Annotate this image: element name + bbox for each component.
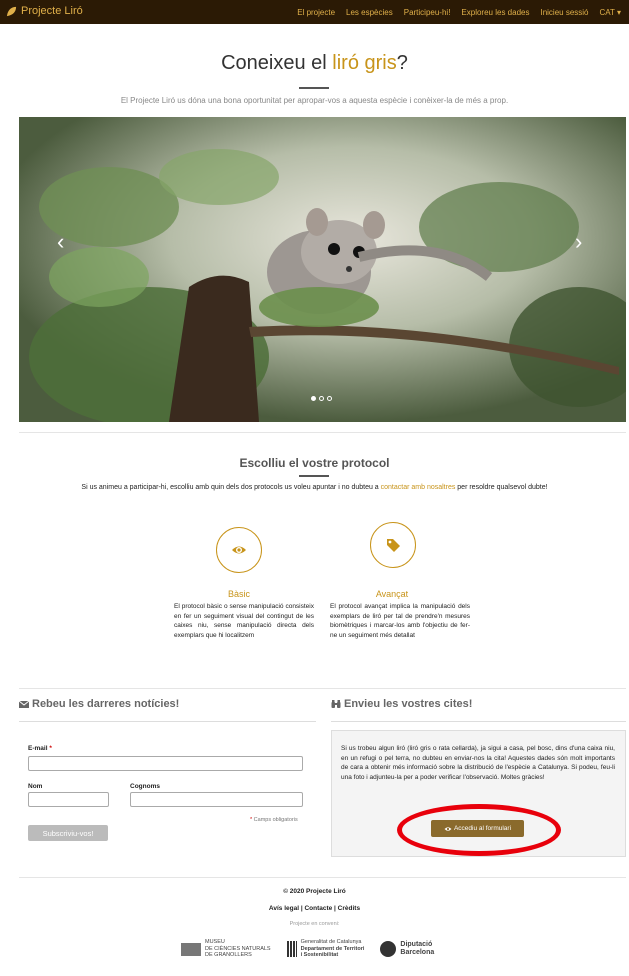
carousel-dot[interactable] — [327, 396, 332, 401]
eye-icon — [232, 546, 246, 554]
protocol-title: Escolliu el vostre protocol — [239, 456, 390, 470]
protocol-intro: Si us animeu a participar-hi, escolliu a… — [81, 484, 548, 491]
email-input[interactable] — [28, 756, 303, 771]
footer-links[interactable]: Avís legal | Contacte | Crèdits — [0, 905, 629, 912]
diputacio-logo-mark — [380, 941, 397, 957]
protocol-divider — [299, 475, 329, 477]
title-accent: liró gris — [332, 52, 397, 74]
nav-exploreu-dades[interactable]: Exploreu les dades — [461, 8, 529, 17]
language-dropdown[interactable]: CAT ▾ — [600, 8, 622, 17]
generalitat-logo-mark — [286, 941, 297, 957]
basic-protocol-desc: El protocol bàsic o sense manipulació co… — [174, 603, 314, 639]
dormouse-photo — [19, 117, 626, 422]
basic-protocol-label[interactable]: Bàsic — [209, 589, 269, 599]
title-divider — [299, 87, 329, 89]
generalitat-logo[interactable]: Generalitat de Catalunya Departament de … — [286, 939, 364, 959]
nav-les-especies[interactable]: Les espècies — [346, 8, 393, 17]
nav-participeu[interactable]: Participeu-hi! — [404, 8, 451, 17]
advanced-protocol-button[interactable] — [370, 522, 416, 568]
brand-link[interactable]: Projecte Liró — [6, 5, 83, 17]
contact-link[interactable]: contactar amb nosaltres — [381, 484, 456, 491]
carousel-dot[interactable] — [311, 396, 316, 401]
required-fields-note: * Camps obligatoris — [250, 817, 298, 823]
page-title: Coneixeu el liró gris? — [221, 52, 408, 74]
email-label: E-mail * — [28, 745, 52, 752]
carousel-dot[interactable] — [319, 396, 324, 401]
tag-icon — [387, 539, 400, 552]
partner-logos: MUSEU DE CIÈNCIES NATURALS DE GRANOLLERS… — [181, 938, 481, 960]
surname-input[interactable] — [130, 792, 303, 807]
sightings-divider — [331, 721, 626, 722]
partners-label: Projecte en conveni: — [289, 921, 340, 927]
photo-carousel[interactable]: ‹ › — [19, 117, 626, 422]
sightings-heading: Envieu les vostres cites! — [331, 698, 472, 710]
basic-protocol-button[interactable] — [216, 527, 262, 573]
name-label: Nom — [28, 783, 43, 790]
carousel-indicators — [311, 396, 332, 401]
section-divider — [19, 688, 626, 689]
surname-label: Cognoms — [130, 783, 160, 790]
access-form-button[interactable]: Accediu al formulari — [431, 820, 524, 837]
brand-name: Projecte Liró — [21, 5, 83, 17]
museum-logo-mark — [181, 942, 201, 956]
nav-el-projecte[interactable]: El projecte — [297, 8, 335, 17]
section-divider — [19, 432, 626, 433]
diputacio-logo[interactable]: Diputació Barcelona — [380, 941, 434, 957]
advanced-protocol-desc: El protocol avançat implica la manipulac… — [330, 603, 470, 639]
copyright: © 2020 Projecte Liró — [283, 888, 346, 895]
envelope-icon — [19, 700, 29, 708]
eye-icon — [444, 826, 452, 831]
newsletter-divider — [19, 721, 316, 722]
binoculars-icon — [331, 700, 341, 708]
sightings-text: Si us trobeu algun liró (liró gris o rat… — [341, 745, 615, 781]
carousel-prev-button[interactable]: ‹ — [57, 229, 64, 255]
museum-logo[interactable]: MUSEU DE CIÈNCIES NATURALS DE GRANOLLERS — [181, 939, 271, 959]
top-navbar: Projecte Liró El projecte Les espècies P… — [0, 0, 629, 24]
leaf-icon — [6, 6, 17, 16]
newsletter-heading: Rebeu les darreres notícies! — [19, 698, 179, 710]
carousel-next-button[interactable]: › — [575, 229, 582, 255]
hero-subtitle: El Projecte Liró us dóna una bona oportu… — [120, 96, 509, 105]
footer-divider — [19, 877, 626, 878]
subscribe-button[interactable]: Subscriviu-vos! — [28, 825, 108, 841]
advanced-protocol-label[interactable]: Avançat — [362, 589, 422, 599]
name-input[interactable] — [28, 792, 109, 807]
nav-inicieu-sessio[interactable]: Inicieu sessió — [540, 8, 588, 17]
